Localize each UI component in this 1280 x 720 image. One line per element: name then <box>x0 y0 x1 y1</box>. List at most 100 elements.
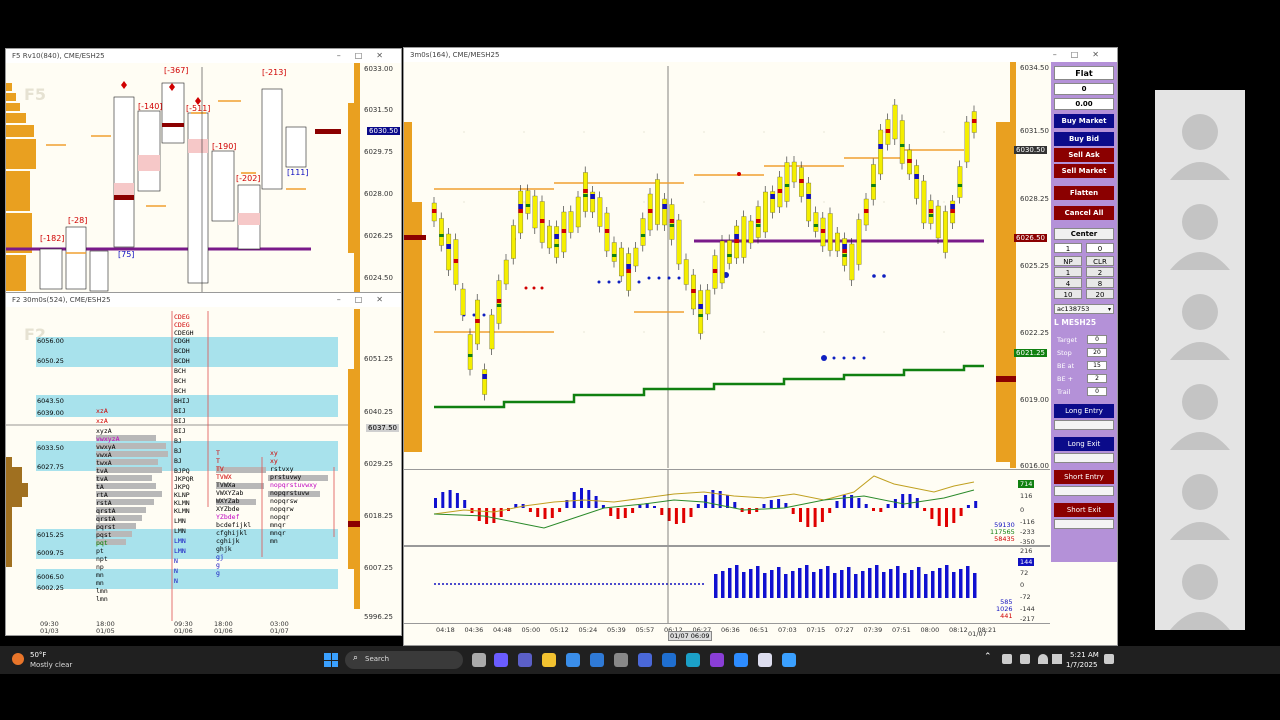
teams-icon[interactable] <box>518 653 532 667</box>
start-icon[interactable] <box>324 653 338 667</box>
f2-time-axis[interactable]: 09:30 01/03 18:00 01/05 09:30 01/06 18:0… <box>6 621 359 635</box>
svg-text:xyzA: xyzA <box>96 427 112 435</box>
center-button[interactable]: Center <box>1054 228 1114 240</box>
flatten-button[interactable]: Flatten <box>1054 186 1114 200</box>
f2-market-profile-chart[interactable]: 6056.00 6050.25 6043.50 6039.00 6033.50 … <box>6 307 359 621</box>
person-icon <box>1170 204 1230 270</box>
media-icon[interactable] <box>638 653 652 667</box>
time-tick: 05:57 <box>635 626 655 634</box>
qty-20-button[interactable]: 20 <box>1086 289 1114 299</box>
settings-icon[interactable] <box>614 653 628 667</box>
short-exit-select[interactable] <box>1054 519 1114 529</box>
buy-bid-button[interactable]: Buy Bid <box>1054 132 1114 146</box>
f5-footprint-chart[interactable]: [-367] [-213] [-140] [-511] [-190] [-202… <box>6 63 359 294</box>
notification-icon[interactable] <box>1104 654 1114 664</box>
file-explorer-icon[interactable] <box>542 653 556 667</box>
f5-titlebar[interactable]: F5 Rv10(840), CME/ESH25 –□✕ <box>6 49 401 63</box>
long-exit-select[interactable] <box>1054 453 1114 463</box>
target-input[interactable]: 0 <box>1087 335 1107 344</box>
main-titlebar[interactable]: 3m0s(164), CME/MESH25 –□✕ <box>404 48 1117 62</box>
search-box[interactable]: ⌕ Search <box>345 651 463 669</box>
candle-segment <box>756 224 761 227</box>
trading-app-icon[interactable] <box>758 653 772 667</box>
main-time-axis[interactable]: 04:18 04:36 04:48 05:00 05:12 05:24 05:39 05:57… <box>404 623 1050 645</box>
svg-text:cghijk: cghijk <box>216 537 240 545</box>
volume-icon[interactable] <box>1052 654 1062 664</box>
window-controls[interactable]: –□✕ <box>337 49 397 63</box>
candle-segment <box>554 234 559 239</box>
cancel-all-button[interactable]: Cancel All <box>1054 206 1114 220</box>
svg-text:CDEG: CDEG <box>174 313 190 321</box>
short-exit-button[interactable]: Short Exit <box>1054 503 1114 517</box>
np-button[interactable]: NP <box>1054 256 1082 266</box>
window-controls[interactable]: –□✕ <box>1053 48 1113 62</box>
wifi-icon[interactable] <box>1038 654 1048 664</box>
main-price-chart[interactable] <box>404 62 1016 468</box>
visual-studio-icon[interactable] <box>710 653 724 667</box>
short-entry-button[interactable]: Short Entry <box>1054 470 1114 484</box>
account-select[interactable]: ac138753 ▾ <box>1054 304 1114 314</box>
indicator-pane-2[interactable]: 216 144 72 0 -72 -144 -217 585 1026 441 <box>404 545 1050 623</box>
ind1-value-red: 58435 <box>994 535 1015 543</box>
main-price-axis[interactable]: 6034.50 6031.50 6028.25 6025.25 6022.25 … <box>1016 62 1050 470</box>
network-icon[interactable] <box>1002 654 1012 664</box>
mail-icon[interactable] <box>590 653 604 667</box>
window-controls[interactable]: –□✕ <box>337 293 397 307</box>
app-icon[interactable] <box>782 653 796 667</box>
copilot-icon[interactable] <box>494 653 508 667</box>
long-entry-select[interactable] <box>1054 420 1114 430</box>
candle-segment <box>432 209 437 213</box>
volume-bar <box>805 565 809 598</box>
svg-text:VWXYZab: VWXYZab <box>216 489 243 497</box>
candle-body <box>532 195 538 229</box>
store-icon[interactable] <box>566 653 580 667</box>
qty-4-button[interactable]: 4 <box>1054 278 1082 288</box>
breakeven-at-input[interactable]: 15 <box>1087 361 1107 370</box>
qty-offset[interactable]: 0 <box>1086 243 1114 253</box>
sell-ask-button[interactable]: Sell Ask <box>1054 148 1114 162</box>
f5-label: [-511] <box>186 104 210 113</box>
volume-histogram <box>434 547 977 623</box>
qty-input[interactable]: 1 <box>1054 243 1082 253</box>
short-entry-select[interactable] <box>1054 486 1114 496</box>
weather-icon[interactable] <box>12 653 24 665</box>
weather-temp[interactable]: 50°F <box>30 651 46 659</box>
volume-bar <box>847 567 851 598</box>
task-view-icon[interactable] <box>472 653 486 667</box>
f5-price-axis[interactable]: 6033.00 6031.50 6029.75 6028.00 6026.25 … <box>360 63 401 293</box>
buy-market-button[interactable]: Buy Market <box>1054 114 1114 128</box>
qty-2-button[interactable]: 2 <box>1086 267 1114 277</box>
f5-chart-window[interactable]: F5 Rv10(840), CME/ESH25 –□✕ F5 [-367] [-… <box>5 48 402 294</box>
chevron-up-icon[interactable]: ⌃ <box>984 652 992 662</box>
clock-time[interactable]: 5:21 AM <box>1070 651 1099 659</box>
f2-titlebar[interactable]: F2 30m0s(524), CME/ESH25 –□✕ <box>6 293 401 307</box>
f2-chart-window[interactable]: F2 30m0s(524), CME/ESH25 –□✕ F2 6056.00 … <box>5 292 402 636</box>
outlook-icon[interactable] <box>662 653 676 667</box>
candle-body <box>914 165 920 199</box>
qty-10-button[interactable]: 10 <box>1054 289 1082 299</box>
display-icon[interactable] <box>1020 654 1030 664</box>
sell-market-button[interactable]: Sell Market <box>1054 164 1114 178</box>
candle-body <box>698 290 704 334</box>
breakeven-plus-input[interactable]: 2 <box>1087 374 1107 383</box>
svg-text:CDGH: CDGH <box>174 337 190 345</box>
delta-bar <box>653 506 656 508</box>
trail-input[interactable]: 0 <box>1087 387 1107 396</box>
qty-1-button[interactable]: 1 <box>1054 267 1082 277</box>
weather-desc[interactable]: Mostly clear <box>30 661 72 669</box>
delta-bar <box>638 505 642 508</box>
qty-8-button[interactable]: 8 <box>1086 278 1114 288</box>
candle-segment <box>561 229 567 233</box>
clr-button[interactable]: CLR <box>1086 256 1114 266</box>
main-chart-window[interactable]: 3m0s(164), CME/MESH25 –□✕ 6034.50 6031.5… <box>403 47 1118 646</box>
delta-bar <box>755 508 759 512</box>
zoom-icon[interactable] <box>734 653 748 667</box>
time-tick: 08:00 <box>920 626 940 634</box>
edge-icon[interactable] <box>686 653 700 667</box>
clock-date[interactable]: 1/7/2025 <box>1066 661 1097 669</box>
long-exit-button[interactable]: Long Exit <box>1054 437 1114 451</box>
long-entry-button[interactable]: Long Entry <box>1054 404 1114 418</box>
indicator-pane-1[interactable]: 714 116 0 -116 -233 -350 59130 117565 58… <box>404 469 1050 546</box>
stop-input[interactable]: 20 <box>1087 348 1107 357</box>
f2-price-axis[interactable]: 6051.25 6040.25 6029.25 6018.25 6007.25 … <box>360 307 401 621</box>
